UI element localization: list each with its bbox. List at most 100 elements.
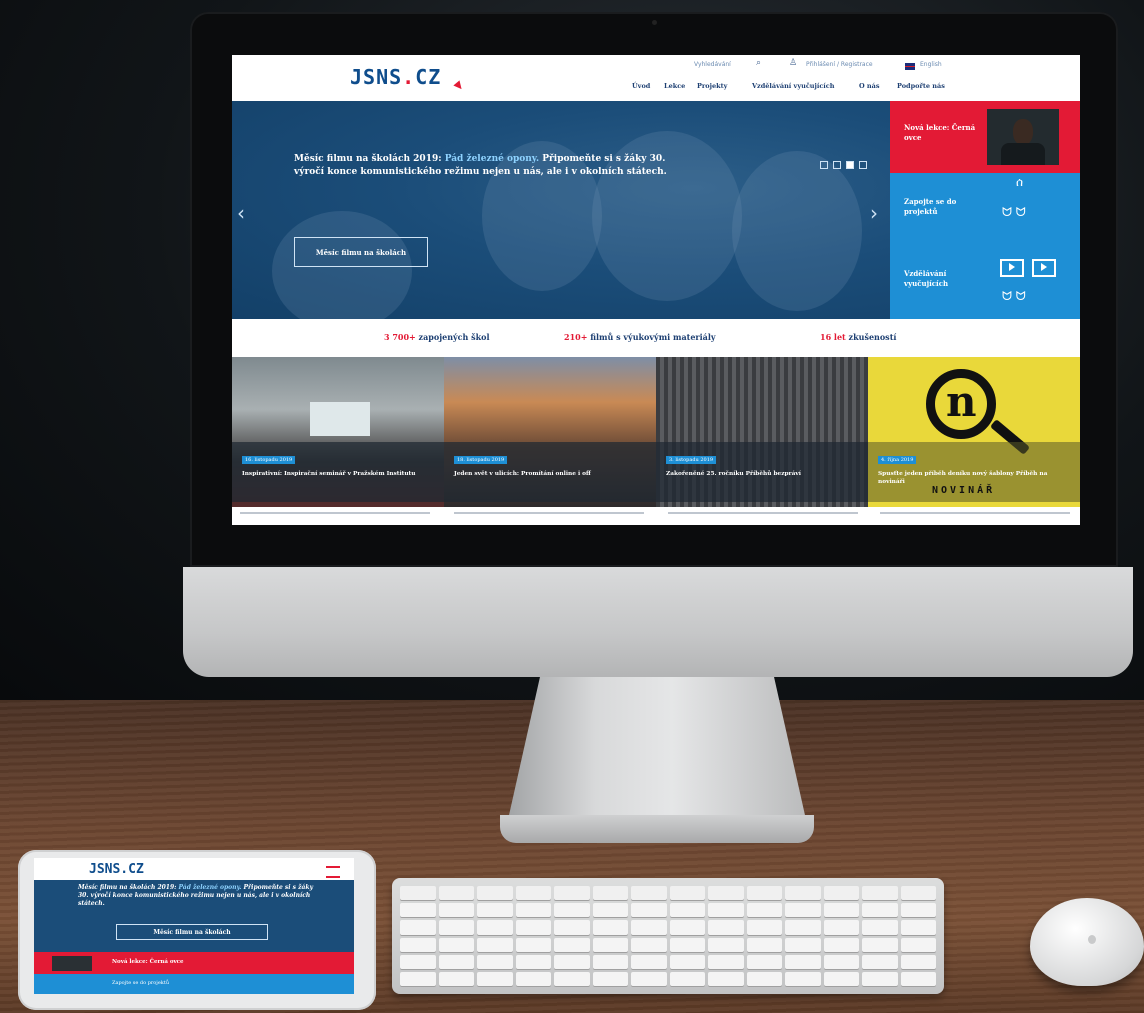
nav-item-uvod[interactable]: Úvod bbox=[632, 82, 650, 90]
nav-item-lekce[interactable]: Lekce bbox=[664, 82, 685, 90]
keyboard-key bbox=[708, 971, 744, 986]
news-tile-novinar[interactable]: n 4. října 2019 Spusťte jeden příběh den… bbox=[868, 357, 1080, 507]
slider-dot[interactable] bbox=[820, 161, 828, 169]
new-lesson-panel[interactable]: Nová lekce: Černá ovce bbox=[890, 101, 1080, 173]
keyboard-key bbox=[592, 971, 628, 986]
keyboard-key bbox=[554, 971, 590, 986]
slider-dot[interactable] bbox=[833, 161, 841, 169]
search-link[interactable]: Vyhledávání bbox=[694, 61, 731, 68]
keyboard-key bbox=[477, 937, 513, 952]
logo-text: JSNS bbox=[350, 65, 403, 89]
keyboard-keys bbox=[400, 886, 936, 986]
keyboard-key bbox=[554, 954, 590, 969]
hamburger-menu-icon[interactable] bbox=[326, 866, 340, 878]
user-icon: ♙ bbox=[789, 58, 798, 68]
keyboard-key bbox=[477, 903, 513, 918]
hero-sidebar: Nová lekce: Černá ovce Zapojte se do pro… bbox=[890, 101, 1080, 319]
keyboard-key bbox=[785, 971, 821, 986]
keyboard-key bbox=[438, 903, 474, 918]
tablet-blue-panel[interactable]: Zapojte se do projektů bbox=[34, 974, 354, 994]
stats-bar: 3 700+ zapojených škol 210+ filmů s výuk… bbox=[232, 319, 1080, 357]
video-screen-icon bbox=[1000, 259, 1024, 277]
uk-flag-icon bbox=[905, 63, 915, 70]
keyboard-key bbox=[515, 937, 551, 952]
login-link[interactable]: Přihlášení / Registrace bbox=[806, 61, 873, 68]
logo-dot: . bbox=[402, 65, 416, 89]
keyboard-key bbox=[592, 886, 628, 901]
join-projects-link[interactable]: Zapojte se do projektů bbox=[904, 197, 984, 217]
keyboard-key bbox=[631, 971, 667, 986]
keyboard-key bbox=[592, 903, 628, 918]
tile-date: 3. listopadu 2019 bbox=[666, 456, 717, 464]
training-link[interactable]: Vzdělávání vyučujících bbox=[904, 269, 984, 289]
keyboard-key bbox=[477, 886, 513, 901]
keyboard-key bbox=[900, 937, 936, 952]
keyboard-key bbox=[554, 920, 590, 935]
nav-item-vzdelavani[interactable]: Vzdělávání vyučujících bbox=[752, 82, 834, 90]
keyboard-key bbox=[477, 920, 513, 935]
slider-dot-active[interactable] bbox=[846, 161, 854, 169]
keyboard-key bbox=[592, 937, 628, 952]
tablet-new-lesson-label: Nová lekce: Černá ovce bbox=[112, 959, 184, 965]
slider-next-arrow-icon[interactable]: › bbox=[870, 201, 878, 225]
keyboard-key bbox=[592, 954, 628, 969]
tablet-lesson-thumbnail bbox=[52, 956, 92, 971]
imac-chin bbox=[183, 567, 1133, 677]
keyboard-key bbox=[438, 954, 474, 969]
keyboard-key bbox=[708, 886, 744, 901]
keyboard-key bbox=[900, 971, 936, 986]
slider-prev-arrow-icon[interactable]: ‹ bbox=[237, 201, 245, 225]
nav-item-o-nas[interactable]: O nás bbox=[859, 82, 880, 90]
tablet-logo[interactable]: JSNS.CZ bbox=[89, 862, 144, 877]
keyboard-key bbox=[438, 971, 474, 986]
keyboard-key bbox=[746, 937, 782, 952]
keyboard-key bbox=[669, 937, 705, 952]
keyboard-key bbox=[785, 920, 821, 935]
tablet-cta-button[interactable]: Měsíc filmu na školách bbox=[116, 924, 268, 940]
keyboard-key bbox=[400, 886, 436, 901]
keyboard-key bbox=[862, 971, 898, 986]
site-header: JSNS.CZ Vyhledávání ⌕ ♙ Přihlášení / Reg… bbox=[232, 55, 1080, 102]
keyboard-key bbox=[862, 937, 898, 952]
keyboard-key bbox=[708, 903, 744, 918]
keyboard-key bbox=[900, 886, 936, 901]
people-network-icon: ᗢ ᗢ bbox=[1002, 205, 1026, 219]
news-tiles: 16. listopadu 2019 Inspirativní: Inspira… bbox=[232, 357, 1080, 507]
nav-item-projekty[interactable]: Projekty bbox=[697, 82, 727, 90]
news-tile[interactable]: 16. listopadu 2019 Inspirativní: Inspira… bbox=[232, 357, 444, 507]
hero-cta-button[interactable]: Měsíc filmu na školách bbox=[294, 237, 428, 267]
keyboard-key bbox=[631, 903, 667, 918]
news-tile[interactable]: 18. listopadu 2019 Jeden svět v ulicích:… bbox=[444, 357, 656, 507]
site-logo[interactable]: JSNS.CZ bbox=[350, 65, 441, 89]
language-link[interactable]: English bbox=[920, 61, 942, 68]
keyboard-key bbox=[438, 886, 474, 901]
tablet-new-lesson-panel[interactable]: Nová lekce: Černá ovce bbox=[34, 952, 354, 974]
keyboard-key bbox=[862, 886, 898, 901]
tablet-hero: Měsíc filmu na školách 2019: Pád železné… bbox=[34, 880, 354, 952]
keyboard-key bbox=[862, 954, 898, 969]
keyboard-key bbox=[438, 920, 474, 935]
keyboard-key bbox=[631, 954, 667, 969]
keyboard-key bbox=[515, 903, 551, 918]
keyboard-key bbox=[438, 937, 474, 952]
novinar-logo-letter: n bbox=[946, 377, 977, 426]
tablet-screen-website: JSNS.CZ Měsíc filmu na školách 2019: Pád… bbox=[34, 858, 354, 994]
hero-photo-face bbox=[272, 211, 412, 331]
nav-item-podporte[interactable]: Podpořte nás bbox=[897, 82, 945, 90]
mouse bbox=[1030, 898, 1144, 986]
stat-films: 210+ filmů s výukovými materiály bbox=[564, 332, 716, 342]
apple-logo-icon bbox=[1088, 935, 1096, 944]
audience-icon: ᗢ ᗢ bbox=[1002, 289, 1026, 303]
keyboard-key bbox=[785, 886, 821, 901]
search-icon[interactable]: ⌕ bbox=[756, 58, 761, 68]
keyboard-key bbox=[631, 886, 667, 901]
news-tile[interactable]: 3. listopadu 2019 Zakořeněné 25. ročníku… bbox=[656, 357, 868, 507]
hero-photo-face bbox=[732, 151, 862, 311]
tile-title: Inspirativní: Inspirační seminář v Pražs… bbox=[242, 471, 416, 477]
keyboard-key bbox=[554, 903, 590, 918]
imac-screen-website: JSNS.CZ Vyhledávání ⌕ ♙ Přihlášení / Reg… bbox=[232, 55, 1080, 525]
tile-date: 16. listopadu 2019 bbox=[242, 456, 296, 464]
hero-highlight-link[interactable]: Pád železné opony. bbox=[445, 154, 539, 164]
slider-dot[interactable] bbox=[859, 161, 867, 169]
keyboard-key bbox=[900, 954, 936, 969]
